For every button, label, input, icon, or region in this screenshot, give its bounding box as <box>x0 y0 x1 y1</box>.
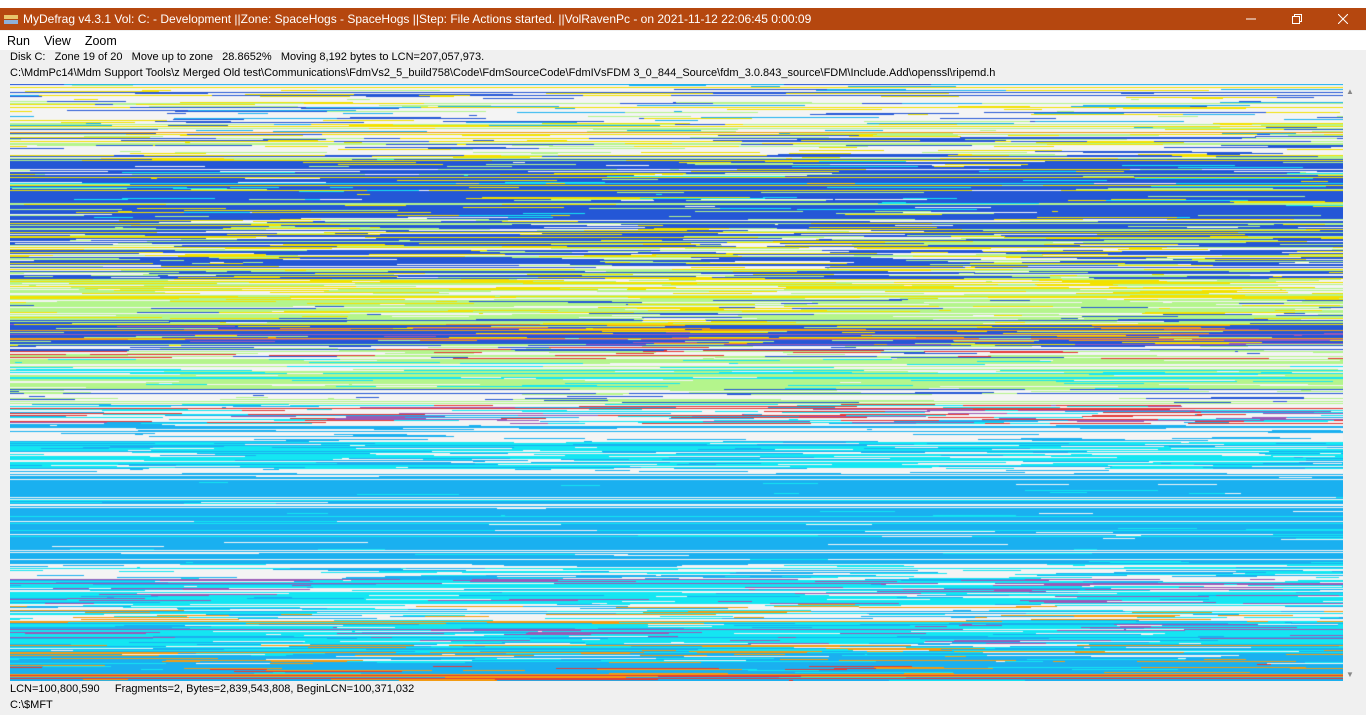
menu-bar: Run View Zoom <box>0 31 1366 50</box>
close-icon <box>1338 14 1348 24</box>
mydefrag-app-icon[interactable] <box>4 13 18 25</box>
menu-zoom[interactable]: Zoom <box>78 34 124 48</box>
desktop-strip <box>0 0 1366 8</box>
disk-map[interactable] <box>10 84 1343 681</box>
minimize-icon <box>1246 18 1256 20</box>
window-title: MyDefrag v4.3.1 Vol: C: - Development ||… <box>23 12 812 26</box>
status-line-current-file: C:\MdmPc14\Mdm Support Tools\z Merged Ol… <box>10 67 996 79</box>
minimize-button[interactable] <box>1228 8 1274 30</box>
status-line-progress: Disk C: Zone 19 of 20 Move up to zone 28… <box>10 51 485 63</box>
scroll-down-arrow-icon[interactable]: ▼ <box>1343 667 1357 681</box>
restore-button[interactable] <box>1274 8 1320 30</box>
menu-view[interactable]: View <box>37 34 78 48</box>
footer-lcn-info: LCN=100,800,590 Fragments=2, Bytes=2,839… <box>10 683 415 695</box>
title-bar[interactable]: MyDefrag v4.3.1 Vol: C: - Development ||… <box>0 8 1366 30</box>
footer-current-item: C:\$MFT <box>10 699 53 711</box>
restore-icon <box>1292 14 1302 24</box>
disk-map-canvas[interactable] <box>10 84 1343 681</box>
menu-run[interactable]: Run <box>0 34 37 48</box>
close-button[interactable] <box>1320 8 1366 30</box>
vertical-scrollbar[interactable]: ▲ ▼ <box>1343 84 1357 681</box>
scroll-up-arrow-icon[interactable]: ▲ <box>1343 84 1357 98</box>
